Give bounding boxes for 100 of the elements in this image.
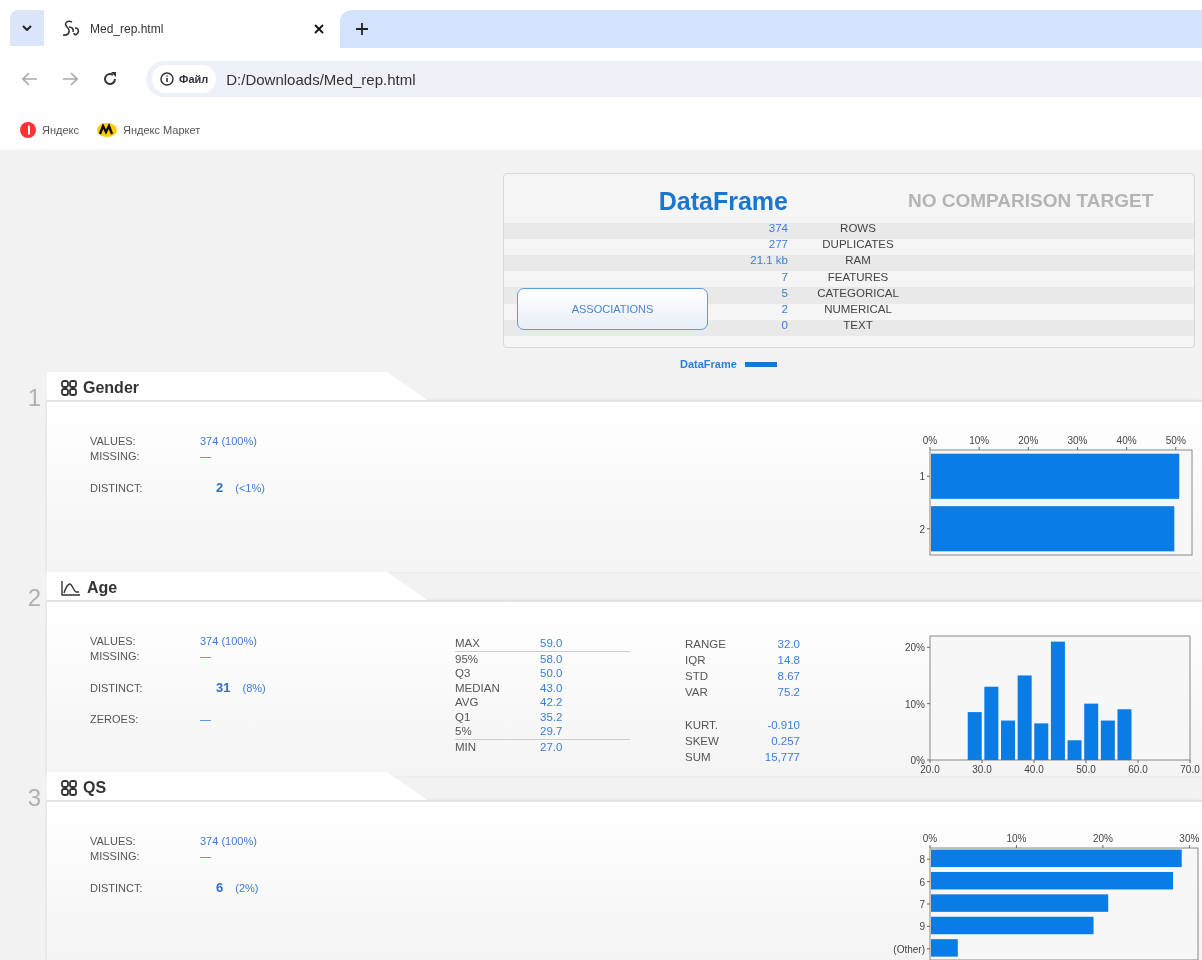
associations-button[interactable]: ASSOCIATIONS: [517, 288, 708, 330]
stat-value: 43.0: [540, 680, 564, 695]
bookmark[interactable]: Яндекс Маркет: [97, 123, 201, 137]
summary-label: RAM: [845, 254, 871, 267]
summary-label: DUPLICATES: [822, 238, 894, 251]
info-icon: [160, 72, 174, 86]
summary-label: FEATURES: [827, 270, 889, 283]
summary-value: 2: [781, 303, 788, 316]
tick-label: 30.0: [972, 764, 992, 775]
tick-label: 10%: [1006, 833, 1027, 844]
tick-label: 0%: [922, 435, 938, 446]
bar: [1001, 720, 1015, 760]
stat-label: DISTINCT:: [90, 881, 144, 896]
stat-label: STD: [685, 669, 709, 684]
tick-label: 30%: [1067, 435, 1088, 446]
address-field[interactable]: Файл D:/Downloads/Med_rep.html: [146, 61, 1202, 97]
feature-number: 2: [26, 583, 42, 613]
tick-label: 0%: [910, 755, 925, 766]
stat-value: 374 (100%): [200, 834, 257, 849]
tick-label: 10%: [905, 698, 925, 710]
tick-label: 20%: [1018, 435, 1039, 446]
stat-label: MISSING:: [90, 849, 141, 864]
new-tab-icon[interactable]: [356, 23, 368, 35]
tick-label: 20.0: [920, 764, 940, 775]
stat-value: —: [200, 849, 211, 864]
stat-label: MEDIAN: [455, 680, 501, 695]
stat-value: 0.257: [770, 734, 800, 749]
stat-label: Q1: [455, 709, 472, 724]
legend-swatch: [744, 361, 777, 367]
stat-label: DISTINCT:: [90, 681, 144, 696]
stat-label: VALUES:: [90, 834, 137, 849]
legend-label: DataFrame: [680, 358, 737, 370]
stat-value: 31: [216, 680, 231, 695]
stat-value: 14.8: [776, 653, 800, 668]
comparison-heading: NO COMPARISON TARGET: [908, 190, 1154, 212]
feature-name: Gender: [83, 379, 139, 397]
category-label: 7: [919, 899, 925, 910]
stat-percent: (<1%): [235, 481, 265, 496]
tick-label: 40%: [1116, 435, 1137, 446]
tick-label: 20%: [905, 642, 925, 654]
stat-value: 32.0: [776, 637, 800, 652]
stat-value: —: [200, 649, 211, 664]
market-icon: [97, 123, 117, 137]
summary-label: CATEGORICAL: [817, 286, 899, 299]
stat-value: 6: [216, 880, 224, 895]
stat-value: 35.2: [540, 709, 564, 724]
feature-name: Age: [87, 579, 118, 597]
tick-label: 20%: [1092, 833, 1113, 844]
stat-value: 75.2: [776, 685, 800, 700]
stat-value: 27.0: [540, 739, 564, 754]
grid-icon: [61, 780, 77, 796]
stat-label: 95%: [455, 651, 480, 666]
summary-value: 5: [781, 286, 788, 299]
squiggle-icon: [60, 19, 82, 39]
stat-value: 50.0: [540, 666, 564, 681]
stat-value: 42.2: [540, 695, 564, 710]
stat-value: 374 (100%): [200, 434, 257, 449]
tick-label: 50.0: [1076, 764, 1096, 775]
line-chart-icon: [61, 580, 81, 596]
stat-value: 58.0: [540, 651, 564, 666]
stat-value: 2: [216, 480, 224, 495]
summary-label: TEXT: [843, 319, 873, 332]
stat-value: 374 (100%): [200, 634, 257, 649]
tick-label: 50%: [1165, 435, 1186, 446]
url-text: D:/Downloads/Med_rep.html: [226, 70, 416, 88]
stat-label: 5%: [455, 724, 473, 739]
stat-label: VAR: [685, 685, 709, 700]
tick-label: 0%: [922, 833, 938, 844]
stat-label: MISSING:: [90, 449, 141, 464]
stat-percent: (2%): [235, 881, 259, 896]
stat-label: IQR: [685, 653, 707, 668]
bar: [1117, 709, 1132, 760]
stat-value: 8.67: [776, 669, 800, 684]
tick-label: 30%: [1179, 833, 1200, 844]
category-label: 1: [919, 471, 925, 483]
close-icon[interactable]: [314, 24, 324, 34]
summary-value: 0: [781, 319, 788, 332]
stat-value: —: [200, 449, 211, 464]
summary-value: 277: [768, 238, 788, 251]
tick-label: 70.0: [1180, 764, 1200, 775]
stat-value: -0.910: [766, 718, 800, 733]
bar: [1084, 703, 1099, 760]
summary-value: 21.1 kb: [750, 254, 788, 267]
site-info-button[interactable]: Файл: [152, 65, 217, 93]
tick-label: 10%: [969, 435, 990, 446]
category-label: 6: [919, 876, 925, 888]
summary-label: ROWS: [840, 222, 876, 235]
feature-name: QS: [83, 779, 107, 797]
summary-value: 374: [768, 222, 788, 235]
stat-label: AVG: [455, 695, 480, 710]
category-label: 8: [919, 854, 925, 866]
stat-label: VALUES:: [90, 634, 137, 649]
stat-label: DISTINCT:: [90, 481, 144, 496]
category-label: 2: [919, 523, 925, 535]
reload-icon[interactable]: [102, 71, 118, 87]
stat-value: 15,777: [763, 750, 800, 765]
stat-label: SUM: [685, 750, 712, 765]
chevron-down-icon: [22, 25, 32, 31]
tick-label: 40.0: [1024, 764, 1044, 775]
bookmark[interactable]: Яндекс: [20, 122, 79, 138]
